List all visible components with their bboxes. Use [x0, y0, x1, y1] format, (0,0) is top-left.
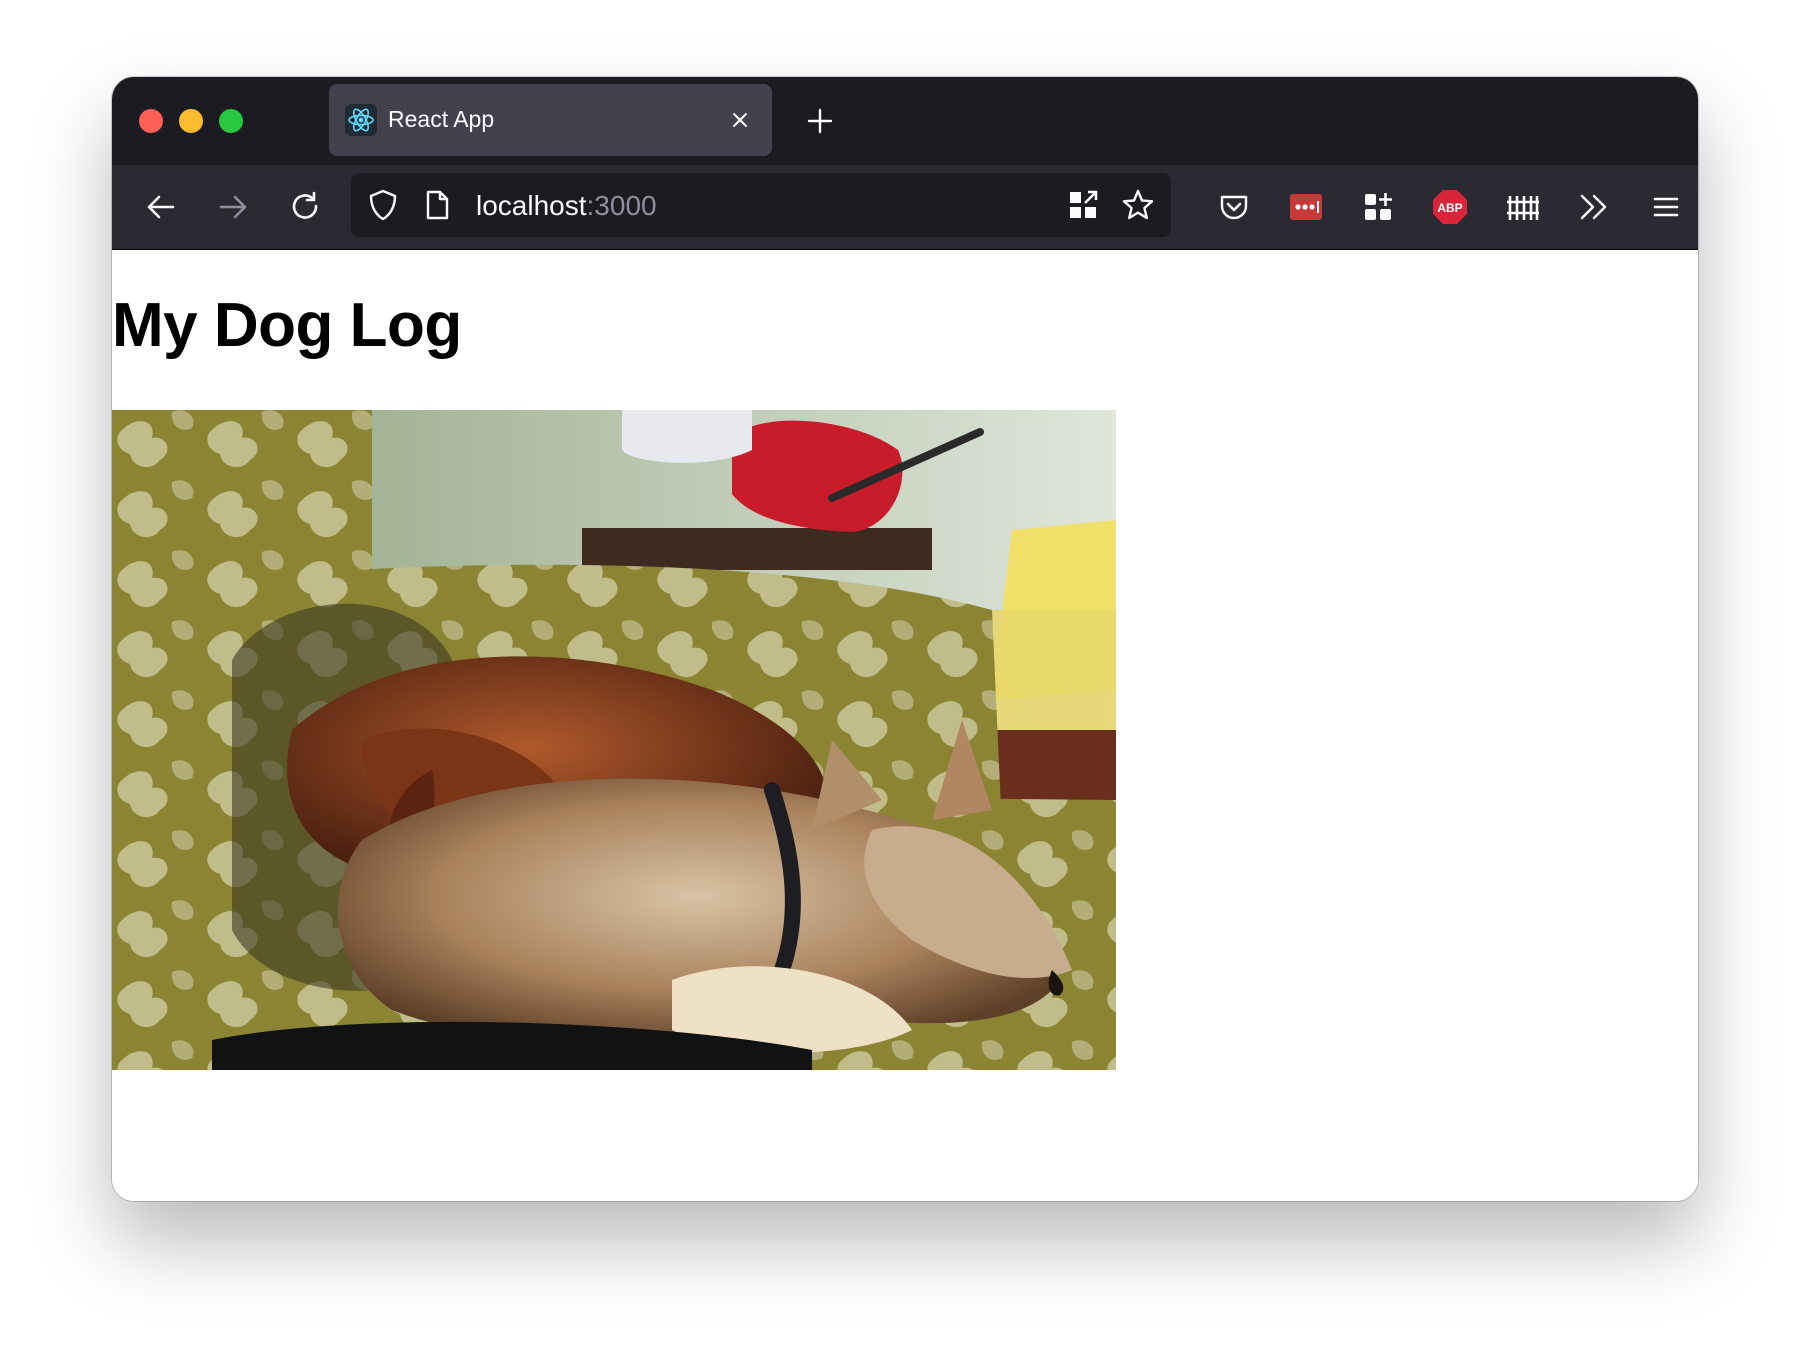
shield-icon[interactable] — [361, 183, 405, 227]
address-bar[interactable]: localhost:3000 — [351, 173, 1171, 237]
page-icon[interactable] — [415, 183, 459, 227]
page-title: My Dog Log — [112, 291, 462, 360]
close-tab-icon[interactable] — [728, 108, 752, 132]
hamburger-menu-icon[interactable] — [1644, 185, 1688, 229]
overflow-chevrons-icon[interactable] — [1572, 185, 1616, 229]
browser-window: React App localhost:3000 ABP My Dog Log — [112, 77, 1698, 1201]
nav-toolbar: localhost:3000 ABP — [112, 165, 1698, 250]
tab-title: React App — [388, 106, 495, 132]
adblock-plus-icon[interactable]: ABP — [1428, 185, 1472, 229]
fence-icon[interactable] — [1500, 185, 1544, 229]
new-tab-icon[interactable] — [802, 103, 838, 139]
back-icon[interactable] — [139, 185, 183, 229]
bookmark-star-icon[interactable] — [1116, 183, 1160, 227]
dog-photo — [112, 410, 1116, 1070]
maximize-window-button[interactable] — [219, 109, 243, 133]
qr-code-icon[interactable] — [1061, 183, 1105, 227]
abp-label: ABP — [1437, 201, 1462, 215]
title-bar: React App — [112, 77, 1698, 165]
forward-icon[interactable] — [211, 185, 255, 229]
close-window-button[interactable] — [139, 109, 163, 133]
reload-icon[interactable] — [283, 185, 327, 229]
extensions-grid-icon[interactable] — [1356, 185, 1400, 229]
url-port: :3000 — [586, 190, 657, 221]
lastpass-icon[interactable] — [1284, 185, 1328, 229]
tab-react-app[interactable]: React App — [329, 84, 772, 156]
react-logo-icon — [345, 104, 377, 136]
minimize-window-button[interactable] — [179, 109, 203, 133]
url-text[interactable]: localhost:3000 — [476, 190, 657, 222]
pocket-icon[interactable] — [1212, 185, 1256, 229]
page-content: My Dog Log — [112, 250, 1698, 1201]
url-host: localhost — [476, 190, 587, 221]
